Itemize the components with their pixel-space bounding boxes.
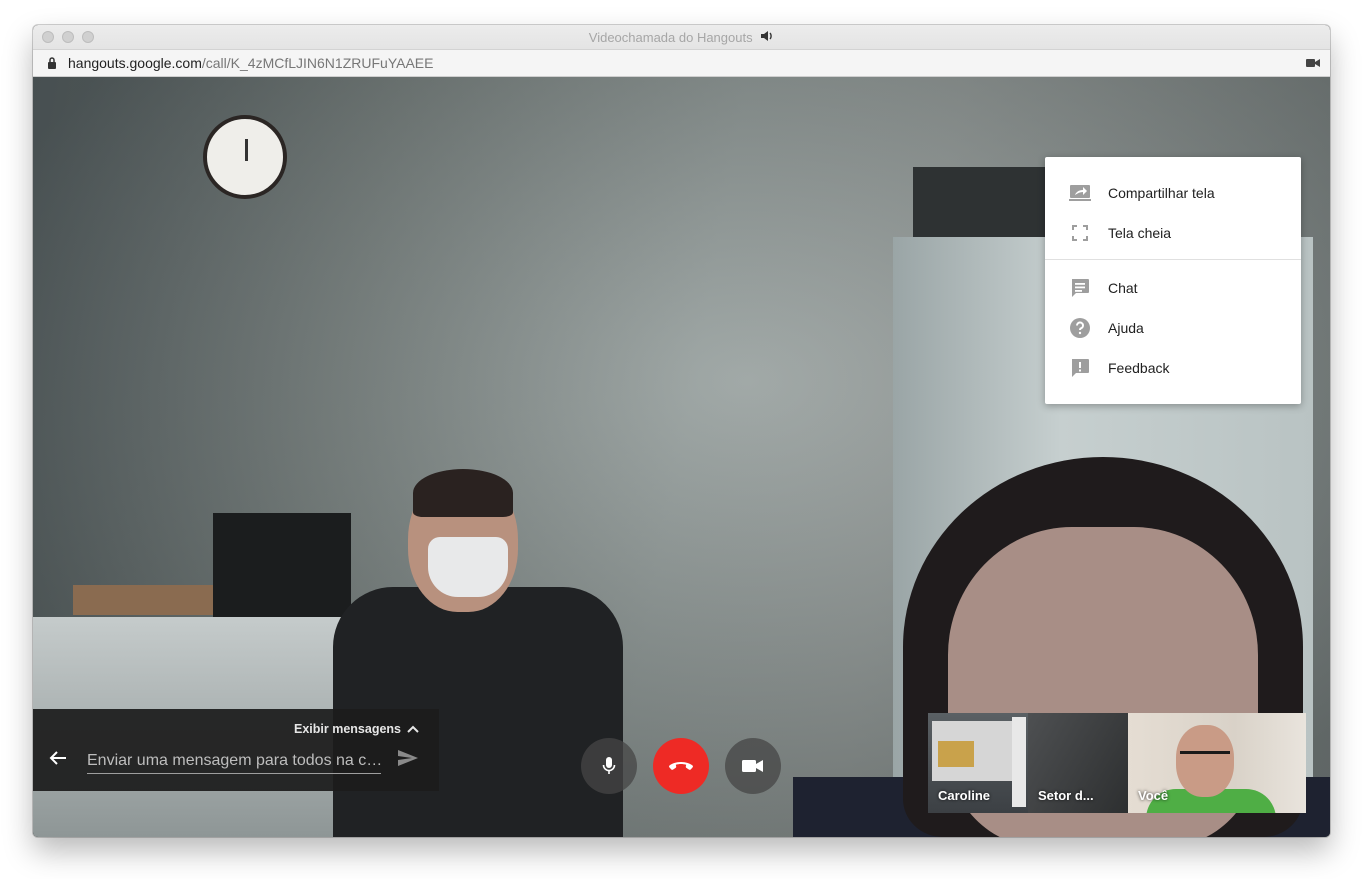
title-bar: Videochamada do Hangouts [33, 25, 1330, 50]
show-messages-label: Exibir mensagens [294, 722, 401, 736]
speaker-icon [760, 30, 774, 45]
menu-item-label: Tela cheia [1108, 225, 1172, 241]
address-bar: hangouts.google.com/call/K_4zMCfLJIN6N1Z… [33, 50, 1330, 77]
help-icon [1069, 317, 1091, 339]
feedback-icon [1069, 357, 1091, 379]
menu-item-label: Feedback [1108, 360, 1170, 376]
menu-item-share-screen[interactable]: Compartilhar tela [1045, 173, 1301, 213]
wall-clock [203, 115, 287, 199]
menu-item-label: Ajuda [1108, 320, 1144, 336]
menu-item-fullscreen[interactable]: Tela cheia [1045, 213, 1301, 253]
menu-item-feedback[interactable]: Feedback [1045, 348, 1301, 388]
lock-icon [48, 57, 56, 69]
menu-item-help[interactable]: Ajuda [1045, 308, 1301, 348]
camera-indicator-icon [1306, 59, 1320, 67]
menu-divider [1045, 259, 1301, 260]
participant-name: Você [1138, 788, 1169, 803]
url-text[interactable]: hangouts.google.com/call/K_4zMCfLJIN6N1Z… [68, 55, 433, 71]
participant-name: Caroline [938, 788, 991, 803]
options-menu: Compartilhar tela Tela cheia Chat Ajuda [1045, 157, 1301, 404]
menu-item-chat[interactable]: Chat [1045, 268, 1301, 308]
participant-thumbnail[interactable]: Setor d... [1028, 713, 1128, 813]
participant-thumbnail-self[interactable]: Você [1128, 713, 1306, 813]
window-title-text: Videochamada do Hangouts [588, 30, 753, 45]
hang-up-button[interactable] [653, 738, 709, 794]
mute-microphone-button[interactable] [581, 738, 637, 794]
camera-icon [742, 760, 763, 772]
chat-icon [1069, 277, 1091, 299]
main-video: Compartilhar tela Tela cheia Chat Ajuda [33, 77, 1330, 837]
show-messages-toggle[interactable]: Exibir mensagens [294, 722, 419, 736]
participant-strip: Caroline Setor d... Você [928, 713, 1306, 813]
share-screen-icon [1069, 182, 1091, 204]
url-host: hangouts.google.com [68, 55, 202, 71]
participant-name: Setor d... [1038, 788, 1094, 803]
window-title: Videochamada do Hangouts [33, 30, 1330, 45]
back-arrow-icon[interactable] [49, 750, 67, 766]
browser-window: Videochamada do Hangouts hangouts.google… [33, 25, 1330, 837]
menu-item-label: Chat [1108, 280, 1138, 296]
chevron-up-icon [407, 725, 419, 733]
menu-item-label: Compartilhar tela [1108, 185, 1215, 201]
hangup-icon [669, 762, 693, 770]
url-path: /call/K_4zMCfLJIN6N1ZRUFuYAAEE [201, 55, 434, 71]
message-input[interactable] [87, 749, 381, 774]
messages-panel: Exibir mensagens [33, 709, 439, 791]
fullscreen-icon [1069, 222, 1091, 244]
send-icon[interactable] [397, 749, 419, 767]
participant-thumbnail[interactable]: Caroline [928, 713, 1028, 813]
camera-toggle-button[interactable] [725, 738, 781, 794]
mic-icon [602, 757, 616, 774]
